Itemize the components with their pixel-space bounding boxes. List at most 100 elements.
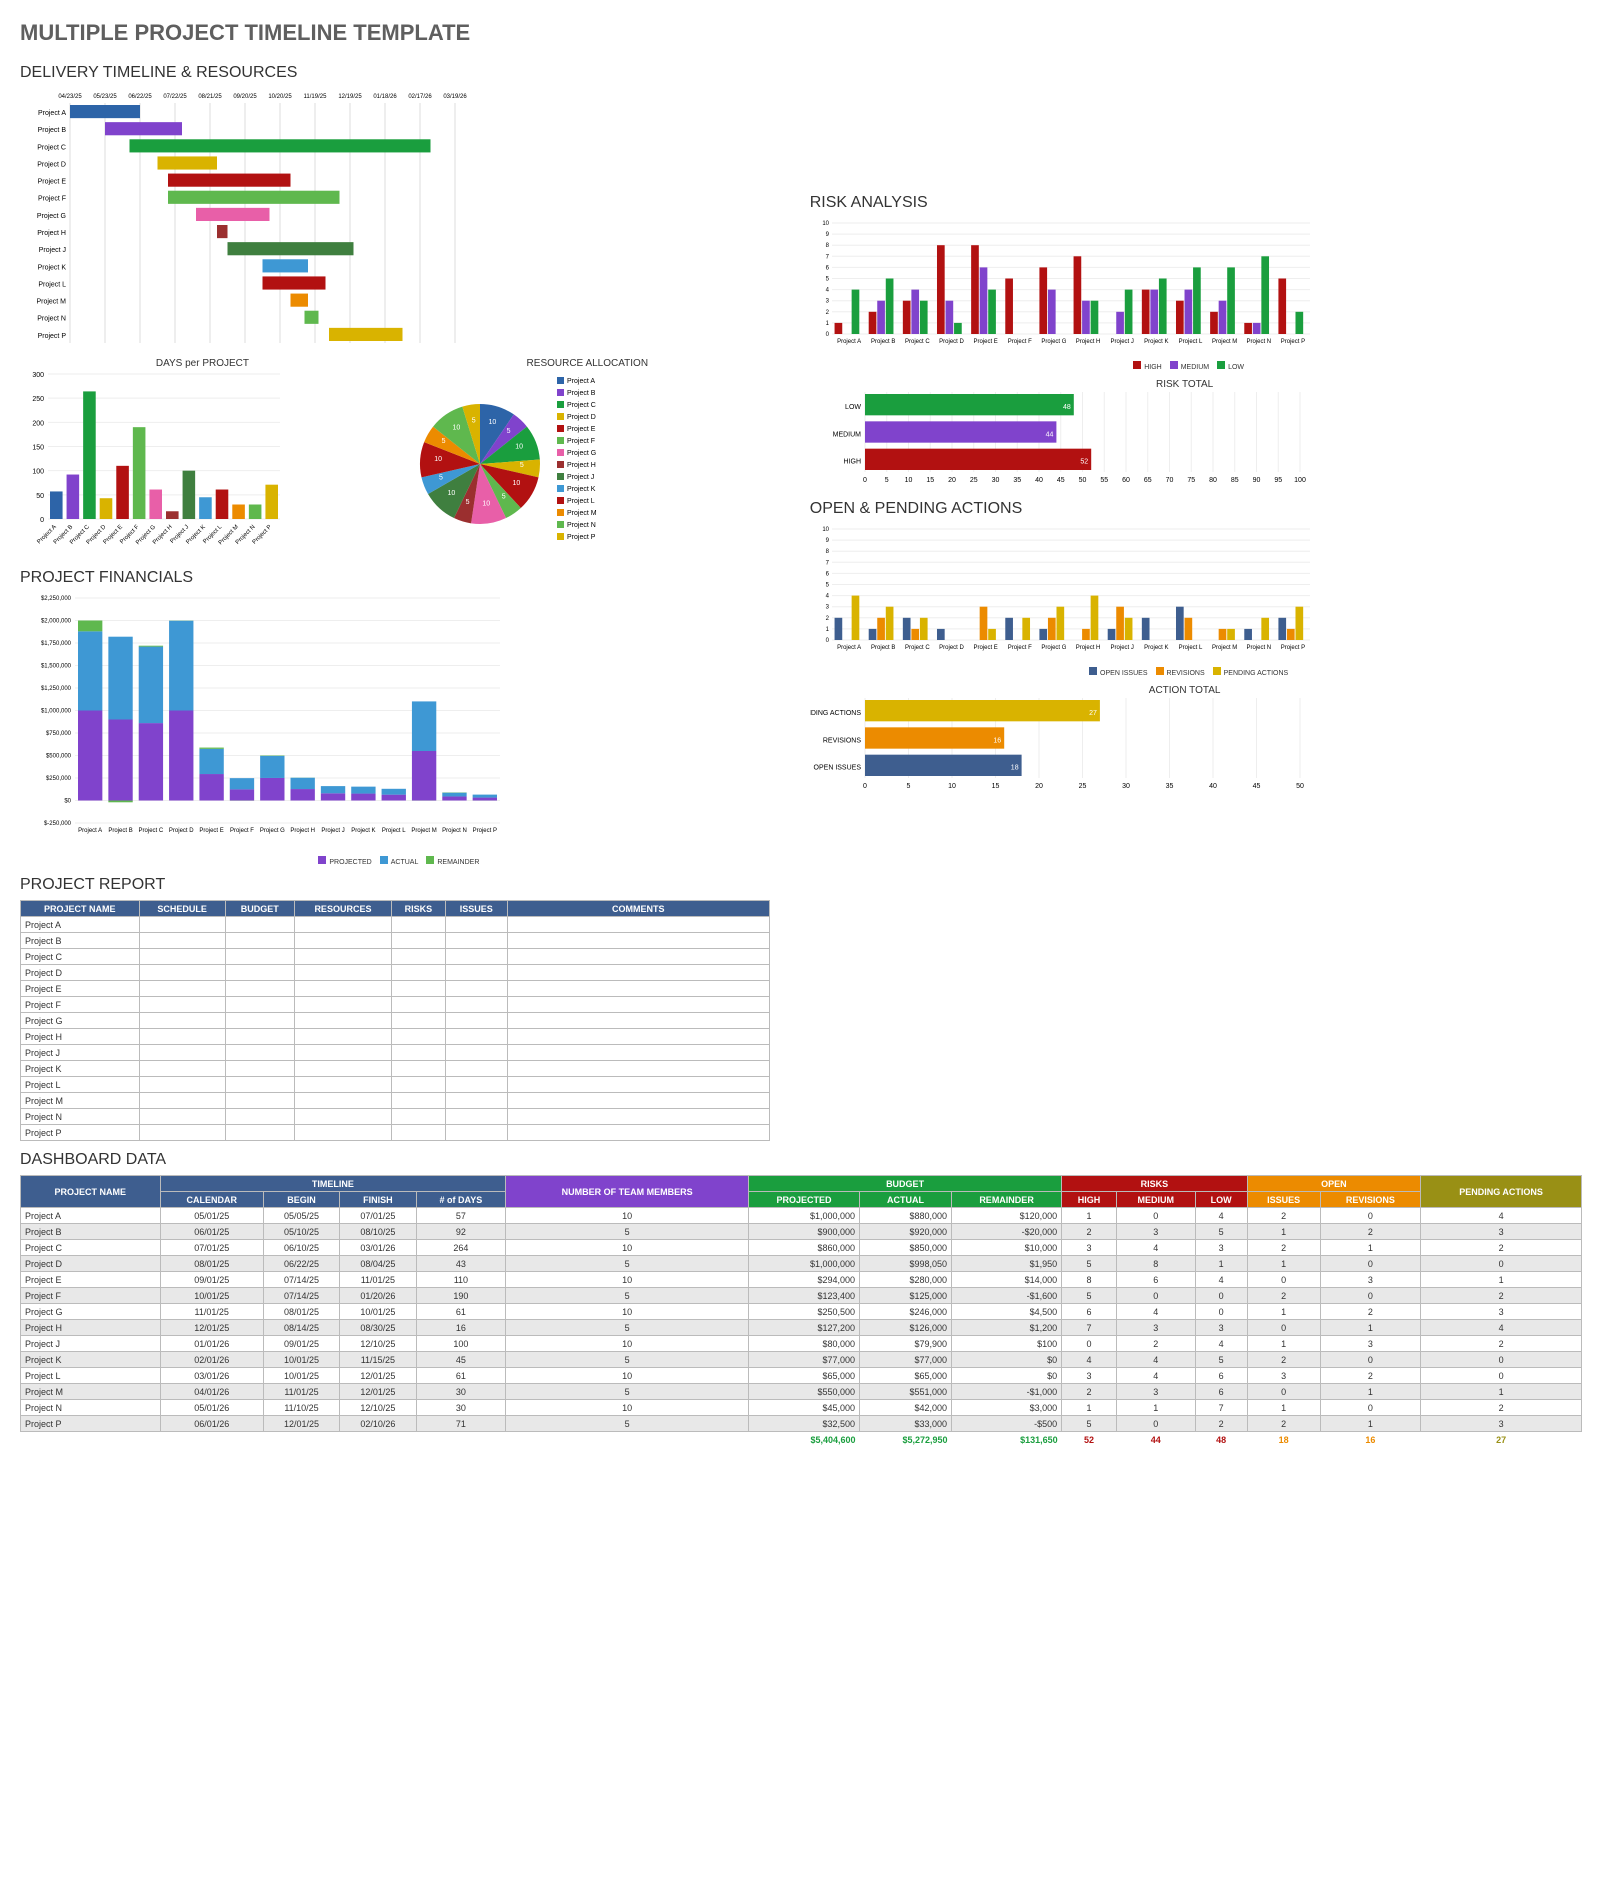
svg-text:Project B: Project B <box>108 828 132 834</box>
svg-text:10: 10 <box>482 501 490 508</box>
svg-text:15: 15 <box>926 477 934 484</box>
svg-text:5: 5 <box>520 462 524 469</box>
svg-text:16: 16 <box>993 737 1001 744</box>
svg-text:Project C: Project C <box>37 144 66 151</box>
svg-text:06/22/25: 06/22/25 <box>128 94 152 100</box>
svg-text:5: 5 <box>825 277 829 283</box>
svg-text:07/22/25: 07/22/25 <box>163 94 187 100</box>
svg-text:Project C: Project C <box>567 402 596 409</box>
svg-text:45: 45 <box>1057 477 1065 484</box>
svg-text:50: 50 <box>1078 477 1086 484</box>
svg-text:Project B: Project B <box>567 390 596 397</box>
svg-text:Project N: Project N <box>567 522 596 529</box>
svg-text:$2,000,000: $2,000,000 <box>41 619 72 625</box>
svg-text:10/20/25: 10/20/25 <box>268 94 292 100</box>
svg-text:30: 30 <box>1122 783 1130 790</box>
svg-text:Project F: Project F <box>1008 645 1032 651</box>
svg-text:Project L: Project L <box>382 828 406 834</box>
svg-text:0: 0 <box>863 477 867 484</box>
svg-text:8: 8 <box>825 243 829 249</box>
svg-text:80: 80 <box>1209 477 1217 484</box>
svg-text:Project N: Project N <box>442 828 467 834</box>
svg-text:$0: $0 <box>64 799 71 805</box>
svg-text:Project G: Project G <box>37 213 66 220</box>
svg-text:MEDIUM: MEDIUM <box>832 431 861 438</box>
svg-text:$1,000,000: $1,000,000 <box>41 709 72 715</box>
svg-text:LOW: LOW <box>845 404 861 411</box>
risk-heading: RISK ANALYSIS <box>810 194 1560 212</box>
svg-text:Project J: Project J <box>1110 645 1133 651</box>
svg-text:Project N: Project N <box>1246 339 1271 345</box>
svg-text:$1,250,000: $1,250,000 <box>41 686 72 692</box>
svg-text:60: 60 <box>1122 477 1130 484</box>
svg-text:Project H: Project H <box>1075 645 1100 651</box>
svg-text:10: 10 <box>948 783 956 790</box>
svg-text:Project E: Project E <box>199 828 223 834</box>
svg-text:10: 10 <box>904 477 912 484</box>
svg-text:6: 6 <box>825 571 829 577</box>
svg-text:Project P: Project P <box>1281 645 1305 651</box>
svg-text:Project H: Project H <box>1075 339 1100 345</box>
open-chart: 012345678910Project AProject BProject CP… <box>810 524 1560 677</box>
svg-text:Project P: Project P <box>567 534 596 541</box>
svg-text:REVISIONS: REVISIONS <box>823 737 861 744</box>
svg-text:48: 48 <box>1063 404 1071 411</box>
svg-text:2: 2 <box>825 310 829 316</box>
svg-text:0: 0 <box>825 332 829 338</box>
svg-text:Project G: Project G <box>567 450 596 457</box>
svg-text:2: 2 <box>825 616 829 622</box>
svg-text:30: 30 <box>991 477 999 484</box>
delivery-heading: DELIVERY TIMELINE & RESOURCES <box>20 64 770 82</box>
svg-text:02/17/26: 02/17/26 <box>408 94 432 100</box>
svg-text:$1,750,000: $1,750,000 <box>41 641 72 647</box>
svg-text:Project B: Project B <box>38 127 67 134</box>
svg-text:Project P: Project P <box>473 828 497 834</box>
svg-text:5: 5 <box>506 428 510 435</box>
svg-text:Project K: Project K <box>351 828 375 834</box>
svg-text:Project N: Project N <box>37 316 66 323</box>
svg-text:Project M: Project M <box>1212 645 1237 651</box>
svg-text:9: 9 <box>825 538 829 544</box>
svg-text:10: 10 <box>452 424 460 431</box>
svg-text:01/18/26: 01/18/26 <box>373 94 397 100</box>
svg-text:250: 250 <box>32 396 44 403</box>
svg-text:3: 3 <box>825 605 829 611</box>
svg-text:Project L: Project L <box>1178 339 1202 345</box>
svg-text:$500,000: $500,000 <box>46 754 72 760</box>
svg-text:Project M: Project M <box>567 510 597 517</box>
svg-text:Project L: Project L <box>1178 645 1202 651</box>
svg-text:25: 25 <box>1078 783 1086 790</box>
risk-chart: 012345678910Project AProject BProject CP… <box>810 218 1560 371</box>
svg-text:$750,000: $750,000 <box>46 731 72 737</box>
svg-text:Project D: Project D <box>169 828 194 834</box>
svg-text:10: 10 <box>434 456 442 463</box>
days-chart: 050100150200250300Project AProject BProj… <box>20 369 385 559</box>
svg-text:Project G: Project G <box>1041 339 1066 345</box>
svg-text:7: 7 <box>825 560 829 566</box>
svg-text:Project F: Project F <box>38 196 66 203</box>
action-total-heading: ACTION TOTAL <box>810 685 1560 696</box>
svg-text:10: 10 <box>512 480 520 487</box>
svg-text:10: 10 <box>822 221 829 227</box>
svg-text:65: 65 <box>1144 477 1152 484</box>
days-heading: DAYS per PROJECT <box>20 358 385 369</box>
svg-text:Project M: Project M <box>411 828 436 834</box>
svg-text:0: 0 <box>863 783 867 790</box>
risk-total-heading: RISK TOTAL <box>810 379 1560 390</box>
svg-text:Project J: Project J <box>321 828 344 834</box>
svg-text:50: 50 <box>1296 783 1304 790</box>
svg-text:Project G: Project G <box>260 828 285 834</box>
svg-text:Project M: Project M <box>36 299 66 306</box>
svg-text:1: 1 <box>825 627 829 633</box>
financials-chart: $-250,000$0$250,000$500,000$750,000$1,00… <box>20 593 770 866</box>
resource-pie: 10Project A5Project B10Project C5Project… <box>405 369 770 559</box>
svg-text:100: 100 <box>1294 477 1306 484</box>
svg-text:20: 20 <box>948 477 956 484</box>
svg-text:04/23/25: 04/23/25 <box>58 94 82 100</box>
svg-text:25: 25 <box>970 477 978 484</box>
svg-text:Project H: Project H <box>567 462 596 469</box>
svg-text:Project C: Project C <box>905 339 930 345</box>
svg-text:5: 5 <box>466 499 470 506</box>
svg-text:Project N: Project N <box>1246 645 1271 651</box>
svg-text:18: 18 <box>1011 765 1019 772</box>
